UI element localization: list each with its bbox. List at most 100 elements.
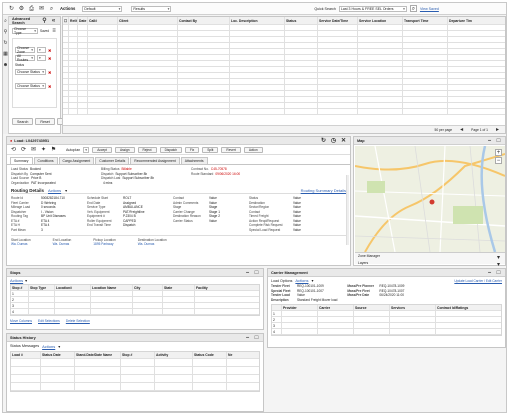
layers-row[interactable]: Layers ▾ bbox=[358, 261, 502, 268]
dispatch-icon[interactable]: ✉ bbox=[38, 5, 45, 12]
zone-manager-row[interactable]: Zone Manager ▾ bbox=[358, 254, 502, 261]
route-select[interactable]: ▾ bbox=[83, 146, 90, 153]
fix-button[interactable]: Fix bbox=[184, 146, 200, 153]
location-value[interactable]: Wa. Dumas bbox=[11, 242, 31, 246]
calendar-icon[interactable]: ▦ bbox=[2, 51, 9, 58]
routes-op-select[interactable]: ▾ bbox=[37, 55, 46, 61]
pin-icon[interactable]: ⚲ bbox=[41, 17, 48, 24]
next-page-icon[interactable]: ▸ bbox=[494, 126, 501, 133]
expand-icon[interactable]: □ bbox=[495, 269, 502, 276]
split-button[interactable]: Split bbox=[202, 146, 219, 153]
col-client[interactable]: Client bbox=[118, 17, 178, 24]
stops-actions-link[interactable]: Actions bbox=[10, 278, 23, 283]
table-row[interactable] bbox=[11, 383, 259, 391]
tab-cargo[interactable]: Cargo Assignment bbox=[58, 157, 95, 164]
col-state[interactable]: State bbox=[163, 285, 195, 290]
table-row[interactable] bbox=[63, 109, 505, 115]
col-services[interactable]: Services bbox=[390, 305, 436, 310]
tab-recommended[interactable]: Recommended Assignment bbox=[130, 157, 180, 164]
minimize-icon[interactable]: – bbox=[486, 269, 493, 276]
accept-button[interactable]: Accept bbox=[92, 146, 112, 153]
col-facility[interactable]: Facility bbox=[195, 285, 259, 290]
remove-icon[interactable]: ✖ bbox=[48, 56, 51, 61]
col-load[interactable]: Load # bbox=[11, 352, 41, 358]
history-actions-link[interactable]: Actions bbox=[42, 344, 55, 349]
col-carrier[interactable]: Carrier bbox=[318, 305, 354, 310]
search-icon[interactable]: ⌕ bbox=[409, 5, 417, 12]
minimize-icon[interactable]: – bbox=[486, 137, 493, 144]
star-icon[interactable]: ✦ bbox=[40, 146, 47, 153]
action-button[interactable]: Action bbox=[243, 146, 263, 153]
col-stop-type[interactable]: Stop Type bbox=[29, 285, 55, 290]
col-location[interactable]: Location# bbox=[55, 285, 91, 290]
menu-icon[interactable]: ≡ bbox=[51, 27, 57, 34]
col-status-date[interactable]: Status Date bbox=[41, 352, 75, 358]
location-pin-icon[interactable]: ⚲ bbox=[2, 29, 9, 36]
lock-icon[interactable]: ✉ bbox=[30, 146, 37, 153]
prev-page-icon[interactable]: ◂ bbox=[458, 126, 465, 133]
tab-summary[interactable]: Summary bbox=[10, 157, 33, 164]
zone-op-select[interactable]: ▾ bbox=[37, 47, 46, 53]
col-status-code[interactable]: Status Code bbox=[193, 352, 227, 358]
users-icon[interactable]: ☻ bbox=[2, 62, 9, 69]
quick-search-select[interactable]: Last 3 Hours & FREE SEL Orders ▾ bbox=[338, 5, 407, 12]
settings-icon[interactable]: ⚙ bbox=[18, 5, 25, 12]
refresh-icon[interactable]: ↻ bbox=[320, 137, 327, 144]
revert-button[interactable]: Revert bbox=[221, 146, 241, 153]
col-location-name[interactable]: Location Name bbox=[91, 285, 133, 290]
collapse-icon[interactable]: « bbox=[50, 17, 57, 24]
location-value[interactable]: Wa. Dumas bbox=[53, 242, 72, 246]
map-canvas[interactable]: + − bbox=[355, 146, 505, 252]
col-contract[interactable]: Contract Id/Ratings bbox=[436, 305, 501, 310]
saved-search-select[interactable]: Choose Type ▾ bbox=[12, 27, 39, 35]
search-button[interactable]: Search bbox=[12, 118, 34, 125]
col-ref[interactable]: Ref# bbox=[69, 17, 78, 24]
move-columns-link[interactable]: Move Columns bbox=[10, 319, 32, 323]
search-icon[interactable]: ⌕ bbox=[2, 18, 9, 25]
minimize-icon[interactable]: – bbox=[244, 334, 251, 341]
expand-icon[interactable]: □ bbox=[253, 334, 260, 341]
col-stop-num[interactable]: Stop # bbox=[121, 352, 155, 358]
tab-conditions[interactable]: Conditions bbox=[33, 157, 58, 164]
zone-select[interactable]: Choose Zone ▾ bbox=[15, 46, 35, 54]
edit-selections-link[interactable]: Edit Selections bbox=[38, 319, 60, 323]
location-value[interactable]: Wa. Dumas bbox=[138, 242, 167, 246]
refresh-icon[interactable]: ↻ bbox=[2, 40, 9, 47]
col-provider[interactable]: Provider bbox=[282, 305, 318, 310]
clock-icon[interactable]: ◷ bbox=[330, 137, 337, 144]
minimize-icon[interactable]: – bbox=[244, 269, 251, 276]
table-row[interactable] bbox=[11, 367, 259, 375]
actions-label[interactable]: Actions bbox=[60, 6, 75, 11]
print-icon[interactable]: ⎙ bbox=[28, 5, 35, 12]
routes-select[interactable]: All Routes ▾ bbox=[15, 54, 35, 62]
dispatch-button[interactable]: Dispatch bbox=[159, 146, 182, 153]
forward-icon[interactable]: ⟳ bbox=[20, 146, 27, 153]
remove-icon[interactable]: ✖ bbox=[48, 84, 51, 89]
col-activity[interactable]: Activity bbox=[155, 352, 193, 358]
col-city[interactable]: City bbox=[133, 285, 163, 290]
col-service-loc[interactable]: Service Location bbox=[358, 17, 403, 24]
table-row[interactable]: 4 bbox=[11, 309, 259, 315]
reset-button[interactable]: Reset bbox=[35, 118, 55, 125]
col-contact[interactable]: Contact By bbox=[178, 17, 230, 24]
view-saved-link[interactable]: View Saved bbox=[420, 7, 439, 11]
remove-icon[interactable]: ✖ bbox=[48, 70, 51, 75]
zoom-out-icon[interactable]: − bbox=[495, 157, 502, 164]
reject-button[interactable]: Reject bbox=[137, 146, 157, 153]
flag-icon[interactable]: ⚑ bbox=[50, 146, 57, 153]
tab-attachments[interactable]: Attachments bbox=[180, 157, 208, 164]
update-carrier-link[interactable]: Update Load Carrier / Edit Carrier bbox=[454, 279, 502, 283]
expand-icon[interactable]: □ bbox=[495, 137, 502, 144]
table-row[interactable] bbox=[11, 359, 259, 367]
col-status[interactable]: Status bbox=[285, 17, 318, 24]
col-service-date[interactable]: Service Date/Time bbox=[318, 17, 358, 24]
results-select[interactable]: Results ▾ bbox=[131, 5, 172, 12]
delete-selection-link[interactable]: Delete Selection bbox=[66, 319, 90, 323]
detail-scrollbar[interactable] bbox=[346, 175, 349, 245]
back-icon[interactable]: ⟲ bbox=[10, 146, 17, 153]
assign-button[interactable]: Assign bbox=[114, 146, 135, 153]
table-row[interactable] bbox=[11, 375, 259, 383]
location-value[interactable]: 1895 Parkway bbox=[93, 242, 116, 246]
table-row[interactable]: 4 bbox=[272, 329, 501, 335]
zoom-in-icon[interactable]: + bbox=[495, 149, 502, 156]
